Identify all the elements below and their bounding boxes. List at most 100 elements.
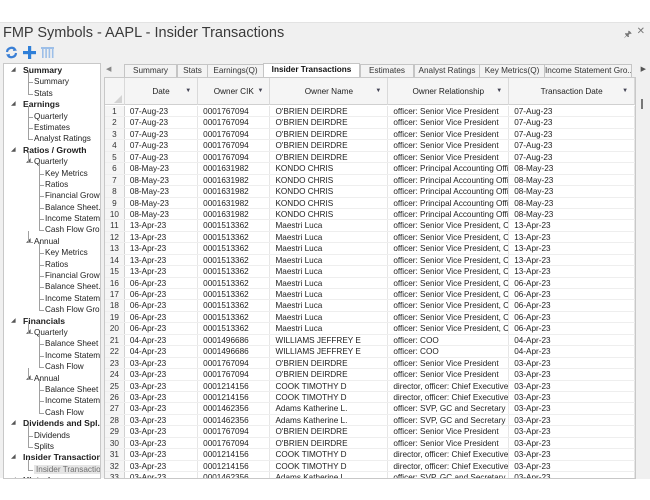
table-row[interactable]: 15 13-Apr-23 0001513362 Maestri Luca officer… bbox=[105, 266, 635, 278]
row-number[interactable]: 22 bbox=[105, 346, 125, 357]
table-row[interactable]: 5 07-Aug-23 0001767094 O'BRIEN DEIRDRE offic… bbox=[105, 151, 635, 164]
table-cell[interactable]: 04-Apr-23 bbox=[509, 334, 635, 346]
chevron-right-icon[interactable]: ▶ bbox=[641, 65, 646, 73]
row-number[interactable]: 9 bbox=[105, 197, 125, 208]
table-cell[interactable]: officer: Senior Vice President, CFO bbox=[388, 243, 510, 254]
table-row[interactable]: 6 08-May-23 0001631982 KONDO CHRIS officer: … bbox=[105, 163, 635, 175]
table-cell[interactable]: 13-Apr-23 bbox=[509, 266, 635, 277]
table-cell[interactable]: 06-Apr-23 bbox=[125, 311, 199, 323]
tree-item[interactable]: Financial Growth bbox=[4, 185, 100, 201]
row-number[interactable]: 32 bbox=[105, 460, 125, 471]
table-cell[interactable]: officer: Senior Vice President bbox=[388, 117, 510, 128]
expand-toggle-icon[interactable]: ◢ bbox=[11, 65, 16, 76]
expand-toggle-icon[interactable]: ◢ bbox=[11, 452, 16, 463]
expand-toggle-icon[interactable]: ◢ bbox=[11, 475, 16, 478]
table-cell[interactable]: 0001513362 bbox=[198, 220, 271, 231]
tab-earnings-q[interactable]: Earnings(Q) bbox=[207, 64, 264, 77]
select-all-corner[interactable] bbox=[105, 78, 125, 105]
table-cell[interactable]: 0001496686 bbox=[198, 334, 271, 346]
table-cell[interactable]: 07-Aug-23 bbox=[509, 117, 635, 128]
column-header-transaction-date[interactable]: Transaction Date ▼ bbox=[509, 78, 635, 105]
table-cell[interactable]: officer: Senior Vice President bbox=[388, 369, 510, 380]
filter-dropdown-icon[interactable]: ▼ bbox=[258, 78, 264, 105]
table-cell[interactable]: officer: Senior Vice President, CFO bbox=[388, 300, 510, 311]
row-number[interactable]: 28 bbox=[105, 414, 125, 426]
table-cell[interactable]: 0001631982 bbox=[198, 174, 271, 186]
table-cell[interactable]: 08-May-23 bbox=[509, 186, 635, 197]
table-cell[interactable]: 04-Apr-23 bbox=[125, 334, 199, 346]
table-cell[interactable]: officer: Senior Vice President bbox=[388, 151, 510, 163]
table-cell[interactable]: 0001214156 bbox=[198, 380, 271, 391]
row-number[interactable]: 19 bbox=[105, 311, 125, 323]
pin-icon[interactable]: 🖈 bbox=[624, 27, 632, 43]
tab-stats[interactable]: Stats bbox=[177, 64, 208, 77]
tree-item[interactable]: Balance Sheet bbox=[4, 333, 100, 349]
tree-item[interactable]: ◢ Financials bbox=[4, 316, 100, 327]
table-cell[interactable]: 08-May-23 bbox=[125, 208, 199, 220]
table-cell[interactable]: Maestri Luca bbox=[270, 323, 389, 334]
table-cell[interactable]: 06-Apr-23 bbox=[509, 277, 635, 288]
row-number[interactable]: 8 bbox=[105, 186, 125, 197]
table-cell[interactable]: 08-May-23 bbox=[509, 174, 635, 186]
tree-item[interactable]: Cash Flow Gro... bbox=[4, 299, 100, 315]
tree-item[interactable]: Insider Transactions bbox=[4, 458, 100, 475]
tree-item[interactable]: ◢ Quarterly bbox=[4, 321, 100, 338]
table-row[interactable]: 27 03-Apr-23 0001462356 Adams Katherine L. o… bbox=[105, 403, 635, 415]
tree-item[interactable]: Stats bbox=[4, 82, 100, 99]
row-number[interactable]: 4 bbox=[105, 140, 125, 151]
table-cell[interactable]: 06-Apr-23 bbox=[509, 311, 635, 323]
table-cell[interactable]: director, officer: Chief Executive Of... bbox=[388, 449, 510, 460]
table-cell[interactable]: 0001767094 bbox=[198, 426, 271, 437]
table-row[interactable]: 22 04-Apr-23 0001496686 WILLIAMS JEFFREY Eo… bbox=[105, 346, 635, 358]
column-header-date[interactable]: Date ▼ bbox=[125, 78, 199, 105]
table-cell[interactable]: Maestri Luca bbox=[270, 231, 389, 243]
table-cell[interactable]: 03-Apr-23 bbox=[509, 403, 635, 414]
tree-item[interactable]: Cash Flow bbox=[4, 401, 100, 418]
table-row[interactable]: 20 06-Apr-23 0001513362 Maestri Luca officer… bbox=[105, 323, 635, 335]
expand-toggle-icon[interactable]: ◢ bbox=[11, 99, 16, 110]
table-row[interactable]: 11 13-Apr-23 0001513362 Maestri Luca officer… bbox=[105, 220, 635, 232]
table-cell[interactable]: O'BRIEN DEIRDRE bbox=[270, 117, 389, 128]
row-number[interactable]: 11 bbox=[105, 220, 125, 231]
table-row[interactable]: 18 06-Apr-23 0001513362 Maestri Luca officer… bbox=[105, 300, 635, 312]
tree-item[interactable]: Cash Flow bbox=[4, 356, 100, 372]
table-cell[interactable]: 07-Aug-23 bbox=[125, 151, 199, 163]
table-cell[interactable]: Maestri Luca bbox=[270, 277, 389, 288]
table-cell[interactable]: O'BRIEN DEIRDRE bbox=[270, 369, 389, 380]
table-cell[interactable]: director, officer: Chief Executive Of... bbox=[388, 460, 510, 471]
tab-income-statement-gro[interactable]: Income Statement Gro... bbox=[544, 64, 632, 77]
table-cell[interactable]: 06-Apr-23 bbox=[125, 289, 199, 300]
table-cell[interactable]: 0001214156 bbox=[198, 449, 271, 460]
table-row[interactable]: 16 06-Apr-23 0001513362 Maestri Luca officer… bbox=[105, 277, 635, 289]
table-cell[interactable]: Maestri Luca bbox=[270, 266, 389, 277]
tree-item[interactable]: ◢ Historic bbox=[4, 475, 100, 478]
row-number[interactable]: 31 bbox=[105, 449, 125, 460]
table-cell[interactable]: 13-Apr-23 bbox=[125, 243, 199, 254]
table-cell[interactable]: 03-Apr-23 bbox=[125, 391, 199, 403]
row-number[interactable]: 25 bbox=[105, 380, 125, 391]
tree-item[interactable]: ◢ Dividends and Spl... bbox=[4, 418, 100, 429]
add-button[interactable] bbox=[22, 45, 36, 59]
table-row[interactable]: 29 03-Apr-23 0001767094 O'BRIEN DEIRDRE offi… bbox=[105, 426, 635, 438]
table-cell[interactable]: 13-Apr-23 bbox=[125, 220, 199, 231]
row-number[interactable]: 33 bbox=[105, 472, 125, 478]
table-cell[interactable]: officer: Senior Vice President bbox=[388, 106, 510, 117]
table-cell[interactable]: O'BRIEN DEIRDRE bbox=[270, 426, 389, 437]
table-row[interactable]: 28 03-Apr-23 0001462356 Adams Katherine L. o… bbox=[105, 414, 635, 427]
table-cell[interactable]: Maestri Luca bbox=[270, 300, 389, 311]
table-cell[interactable]: 13-Apr-23 bbox=[125, 254, 199, 266]
table-cell[interactable]: 03-Apr-23 bbox=[125, 403, 199, 414]
column-header-owner-cik[interactable]: Owner CIK ▼ bbox=[198, 78, 271, 105]
table-cell[interactable]: 07-Aug-23 bbox=[509, 140, 635, 151]
tab-analyst-ratings[interactable]: Analyst Ratings bbox=[414, 64, 480, 77]
table-cell[interactable]: COOK TIMOTHY D bbox=[270, 391, 389, 403]
table-cell[interactable]: officer: Senior Vice President bbox=[388, 357, 510, 369]
table-cell[interactable]: 04-Apr-23 bbox=[125, 346, 199, 357]
tree-item[interactable]: Dividends bbox=[4, 424, 100, 441]
table-cell[interactable]: 0001631982 bbox=[198, 197, 271, 208]
table-cell[interactable]: 0001767094 bbox=[198, 117, 271, 128]
table-cell[interactable]: COOK TIMOTHY D bbox=[270, 460, 389, 471]
table-cell[interactable]: 07-Aug-23 bbox=[509, 106, 635, 117]
row-number[interactable]: 30 bbox=[105, 437, 125, 449]
filter-dropdown-icon[interactable]: ▼ bbox=[622, 78, 628, 105]
